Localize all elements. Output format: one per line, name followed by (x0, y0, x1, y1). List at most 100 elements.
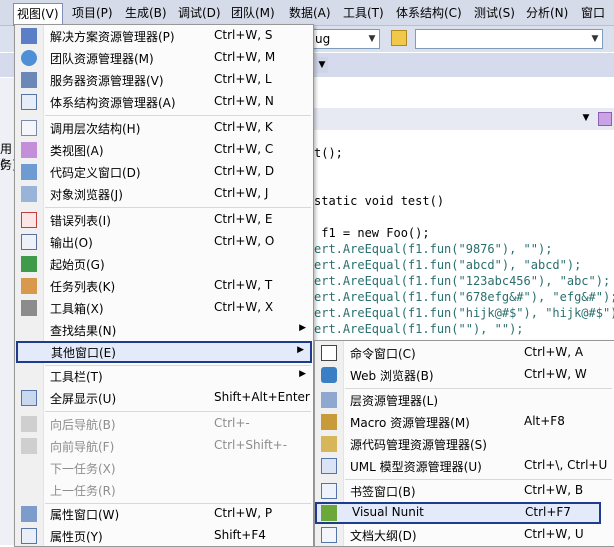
menu-team[interactable]: 团队(M) (231, 4, 275, 22)
submenu-arrow-icon: ▶ (299, 369, 306, 379)
menu-tools[interactable]: 工具(T) (343, 4, 384, 22)
code-line: ert.AreEqual(f1.fun(""), ""); (314, 322, 524, 336)
menu-test[interactable]: 测试(S) (474, 4, 515, 22)
menu-item-shortcut: Ctrl+W, W (524, 367, 587, 381)
menu-build[interactable]: 生成(B) (125, 4, 167, 22)
menu-item-label: 全屏显示(U) (50, 392, 117, 406)
menu-item-label: Web 浏览器(B) (350, 369, 434, 383)
menu-item-team-explorer[interactable]: 团队资源管理器(M) Ctrl+W, M (16, 47, 312, 69)
menu-item-shortcut: Ctrl+W, P (214, 506, 273, 520)
menu-item-start-page[interactable]: 起始页(G) (16, 253, 312, 275)
find-combo[interactable]: ▼ (415, 29, 603, 49)
menu-item-layer-explorer[interactable]: 层资源管理器(L) (316, 389, 613, 411)
menu-item-code-definition[interactable]: 代码定义窗口(D) Ctrl+W, D (16, 161, 312, 183)
properties-window-icon (21, 506, 37, 522)
other-windows-submenu: 命令窗口(C) Ctrl+W, A Web 浏览器(B) Ctrl+W, W 层… (314, 340, 614, 547)
menu-architecture[interactable]: 体系结构(C) (396, 4, 462, 22)
layer-explorer-icon (321, 392, 337, 408)
menu-item-source-control-explorer[interactable]: 源代码管理资源管理器(S) (316, 433, 613, 455)
menu-item-properties-window[interactable]: 属性窗口(W) Ctrl+W, P (16, 503, 312, 525)
menu-item-class-view[interactable]: 类视图(A) Ctrl+W, C (16, 139, 312, 161)
menu-item-toolbox[interactable]: 工具箱(X) Ctrl+W, X (16, 297, 312, 319)
config-combo[interactable]: ug ▼ (312, 29, 380, 49)
menu-item-architecture-explorer[interactable]: 体系结构资源管理器(A) Ctrl+W, N (16, 91, 312, 113)
menu-item-output[interactable]: 输出(O) Ctrl+W, O (16, 231, 312, 253)
menu-item-shortcut: Shift+Alt+Enter (214, 390, 310, 404)
bookmark-window-icon (321, 483, 337, 499)
menu-item-server-explorer[interactable]: 服务器资源管理器(V) Ctrl+W, L (16, 69, 312, 91)
menu-item-shortcut: Ctrl+W, N (214, 94, 274, 108)
menu-item-shortcut: Ctrl+W, X (214, 300, 274, 314)
menu-item-task-list[interactable]: 任务列表(K) Ctrl+W, T (16, 275, 312, 297)
chevron-down-icon: ▼ (591, 34, 599, 44)
menu-item-uml-model-explorer[interactable]: UML 模型资源管理器(U) Ctrl+\, Ctrl+U (316, 455, 613, 477)
menu-window[interactable]: 窗口 (581, 4, 605, 22)
menu-item-document-outline[interactable]: 文档大纲(D) Ctrl+W, U (316, 524, 613, 546)
menu-item-label: 上一任务(R) (50, 484, 116, 498)
menu-separator (45, 411, 311, 412)
code-line: t(); (314, 146, 343, 160)
config-value: ug (315, 32, 331, 46)
menu-item-label: 向后导航(B) (50, 418, 116, 432)
menu-item-shortcut: Ctrl+W, T (214, 278, 273, 292)
menu-item-bookmark-window[interactable]: 书签窗口(B) Ctrl+W, B (316, 480, 613, 502)
chevron-down-icon: ▼ (368, 34, 376, 44)
member-icon (598, 112, 612, 126)
menu-item-label: 下一任务(X) (50, 462, 116, 476)
menu-project[interactable]: 项目(P) (72, 4, 113, 22)
menu-item-shortcut: Ctrl+\, Ctrl+U (524, 458, 608, 472)
menu-item-visual-nunit[interactable]: Visual Nunit Ctrl+F7 (315, 502, 601, 524)
error-list-icon (21, 212, 37, 228)
menu-item-command-window[interactable]: 命令窗口(C) Ctrl+W, A (316, 342, 613, 364)
toolbar-overflow-icon[interactable]: ▼ (316, 57, 328, 73)
visual-nunit-icon (321, 505, 337, 521)
menu-view[interactable]: 视图(V) (13, 3, 63, 26)
menu-item-label: 命令窗口(C) (350, 347, 416, 361)
menu-item-label: 文档大纲(D) (350, 529, 417, 543)
object-browser-icon (21, 186, 37, 202)
menu-item-property-pages[interactable]: 属性页(Y) Shift+F4 (16, 525, 312, 547)
menu-item-label: UML 模型资源管理器(U) (350, 460, 482, 474)
menu-item-shortcut: Ctrl+W, D (214, 164, 275, 178)
menu-item-label: 工具箱(X) (50, 302, 104, 316)
menu-item-full-screen[interactable]: 全屏显示(U) Shift+Alt+Enter (16, 387, 312, 409)
menu-item-object-browser[interactable]: 对象浏览器(J) Ctrl+W, J (16, 183, 312, 205)
menu-debug[interactable]: 调试(D) (178, 4, 221, 22)
code-definition-icon (21, 164, 37, 180)
menu-item-find-results[interactable]: 查找结果(N) ▶ (16, 319, 312, 341)
code-line: ert.AreEqual(f1.fun("hijk@#$"), "hijk@#$… (314, 306, 614, 320)
menu-item-toolbars[interactable]: 工具栏(T) ▶ (16, 365, 312, 387)
menu-item-error-list[interactable]: 错误列表(I) Ctrl+W, E (16, 209, 312, 231)
menu-item-label: 解决方案资源管理器(P) (50, 30, 175, 44)
menu-item-shortcut: Ctrl+W, O (214, 234, 275, 248)
menu-item-label: 类视图(A) (50, 144, 104, 158)
menu-item-label: 代码定义窗口(D) (50, 166, 141, 180)
menu-item-other-windows[interactable]: 其他窗口(E) ▶ (16, 341, 312, 363)
menu-item-shortcut: Ctrl+W, C (214, 142, 274, 156)
chevron-down-icon[interactable]: ▼ (580, 111, 592, 126)
document-outline-icon (321, 527, 337, 543)
menu-item-label: 其他窗口(E) (51, 346, 116, 360)
start-page-icon (21, 256, 37, 272)
menu-item-label: 工具栏(T) (50, 370, 103, 384)
solution-explorer-icon (21, 28, 37, 44)
full-screen-icon (21, 390, 37, 406)
menu-item-shortcut: Shift+F4 (214, 528, 266, 542)
navigate-back-icon (21, 416, 37, 432)
menu-item-macro-explorer[interactable]: Macro 资源管理器(M) Alt+F8 (316, 411, 613, 433)
menu-item-shortcut: Alt+F8 (524, 414, 565, 428)
menu-item-web-browser[interactable]: Web 浏览器(B) Ctrl+W, W (316, 364, 613, 386)
menu-analyze[interactable]: 分析(N) (526, 4, 568, 22)
menu-item-label: Visual Nunit (352, 505, 424, 519)
menu-item-label: 输出(O) (50, 236, 93, 250)
find-in-files-icon[interactable] (391, 30, 407, 46)
call-hierarchy-icon (21, 120, 37, 136)
menu-item-label: 调用层次结构(H) (50, 122, 141, 136)
architecture-explorer-icon (21, 94, 37, 110)
menu-item-shortcut: Ctrl+W, S (214, 28, 273, 42)
menu-item-call-hierarchy[interactable]: 调用层次结构(H) Ctrl+W, K (16, 117, 312, 139)
menu-item-solution-explorer[interactable]: 解决方案资源管理器(P) Ctrl+W, S (16, 25, 312, 47)
menu-separator (45, 207, 311, 208)
menu-item-shortcut: Ctrl+W, K (214, 120, 273, 134)
menu-data[interactable]: 数据(A) (289, 4, 331, 22)
